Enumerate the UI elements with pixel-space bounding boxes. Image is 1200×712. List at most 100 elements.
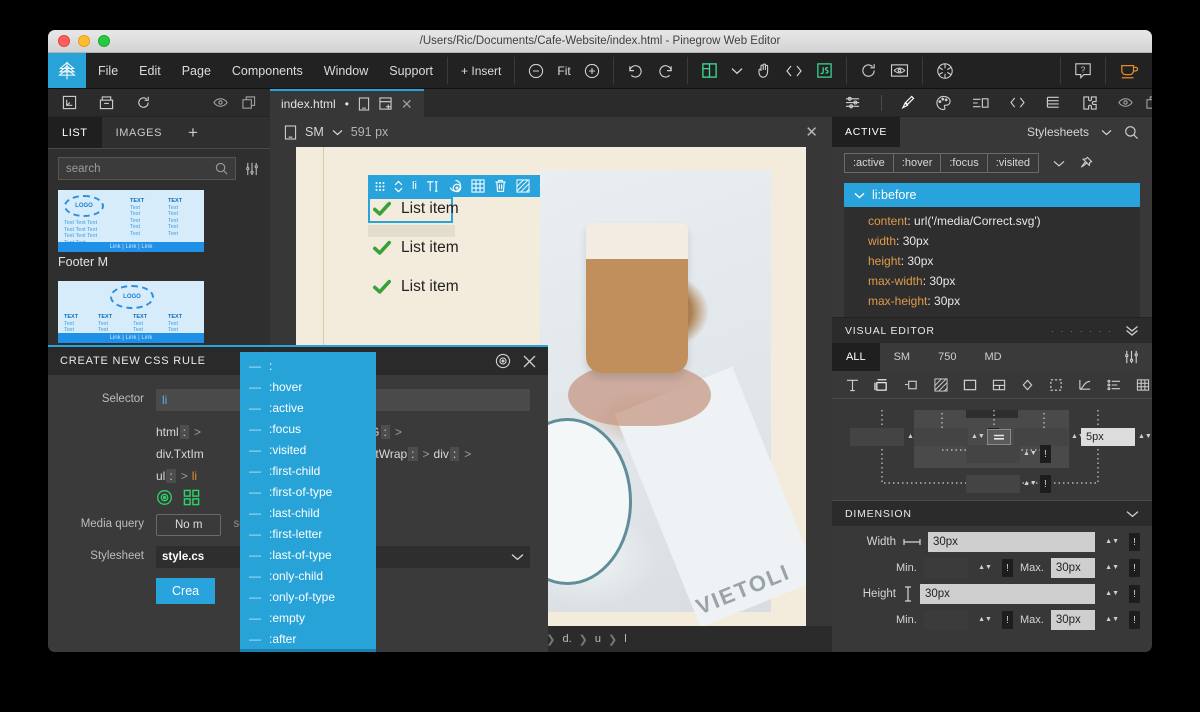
- settings-wheel-icon[interactable]: [936, 62, 954, 80]
- breakpoint-all[interactable]: ALL: [832, 343, 880, 371]
- detach-panel-icon[interactable]: [242, 95, 256, 110]
- chevron-down-icon[interactable]: [1101, 129, 1112, 136]
- stepper-icon[interactable]: ▲▼: [1023, 450, 1037, 457]
- chain-token-li[interactable]: li: [192, 469, 197, 483]
- tab-index-html[interactable]: index.html • ✕: [270, 89, 424, 117]
- add-viewport-icon[interactable]: [379, 97, 392, 111]
- menu-item-components[interactable]: Components: [232, 64, 303, 78]
- color-palette-icon[interactable]: [935, 95, 952, 111]
- dropdown-item-selected[interactable]: —:before: [240, 649, 376, 652]
- breakpoint-750[interactable]: 750: [924, 343, 970, 371]
- dropdown-item[interactable]: —:: [240, 355, 376, 376]
- mobile-preview-icon[interactable]: [358, 97, 370, 111]
- breadcrumb-item[interactable]: u: [595, 633, 601, 645]
- library-filter-icon[interactable]: [244, 161, 260, 177]
- delete-icon[interactable]: [494, 179, 507, 193]
- help-icon[interactable]: ?: [1074, 62, 1092, 80]
- stepper-icon[interactable]: ▲▼: [1138, 433, 1152, 440]
- dropdown-item[interactable]: —:first-child: [240, 460, 376, 481]
- css-rule-header[interactable]: li:before: [844, 183, 1140, 207]
- tab-list[interactable]: LIST: [48, 117, 102, 148]
- background-icon[interactable]: [934, 377, 948, 392]
- search-input[interactable]: search: [58, 157, 236, 180]
- list-item[interactable]: List item: [372, 278, 459, 296]
- pseudo-chip-visited[interactable]: :visited: [986, 153, 1039, 173]
- menu-item-page[interactable]: Page: [182, 64, 211, 78]
- add-library-button[interactable]: +: [176, 117, 210, 148]
- viewport-size-label[interactable]: SM: [305, 125, 324, 139]
- plugin-icon[interactable]: [1082, 95, 1098, 111]
- breadcrumb-item[interactable]: d.: [562, 633, 571, 645]
- grid-icon[interactable]: [471, 179, 485, 193]
- list-item[interactable]: List item: [372, 239, 459, 257]
- shape-icon[interactable]: [1021, 378, 1034, 392]
- menu-item-file[interactable]: File: [98, 64, 118, 78]
- pseudo-chip-active[interactable]: :active: [844, 153, 893, 173]
- search-icon[interactable]: [215, 162, 228, 175]
- undo-icon[interactable]: [627, 63, 644, 79]
- padding-icon[interactable]: [904, 378, 919, 392]
- stepper-icon[interactable]: ▲▼: [1105, 616, 1119, 623]
- chevron-down-icon[interactable]: [854, 192, 865, 199]
- move-updown-icon[interactable]: [394, 180, 403, 193]
- margin-bottom-input[interactable]: [966, 475, 1020, 493]
- pseudo-class-dropdown[interactable]: —: —:hover —:active —:focus —:visited —:…: [240, 352, 376, 652]
- components-grid-icon[interactable]: [183, 489, 200, 506]
- important-toggle[interactable]: !: [1129, 585, 1140, 603]
- height-input[interactable]: 30px: [920, 584, 1096, 604]
- chain-colon[interactable]: :: [380, 425, 390, 439]
- eye-icon[interactable]: [1118, 96, 1133, 110]
- padding-bottom-input[interactable]: [966, 445, 1020, 463]
- target-icon[interactable]: [495, 353, 511, 369]
- chain-colon[interactable]: :: [179, 425, 190, 439]
- list-item[interactable]: List item: [372, 200, 459, 218]
- redo-icon[interactable]: [657, 63, 674, 79]
- important-toggle[interactable]: !: [1001, 559, 1013, 577]
- important-toggle[interactable]: !: [1039, 445, 1051, 463]
- width-input[interactable]: 30px: [928, 532, 1096, 552]
- dropdown-item[interactable]: —:last-of-type: [240, 544, 376, 565]
- drag-dots[interactable]: · · · · · · ·: [1051, 326, 1113, 336]
- tab-images[interactable]: IMAGES: [102, 117, 176, 148]
- list-item[interactable]: LOGO Text Text Text Text Text Text Text Te…: [58, 190, 260, 275]
- library-box-icon[interactable]: [99, 95, 114, 110]
- chain-colon[interactable]: :: [166, 469, 176, 483]
- coffee-cup-icon[interactable]: [1119, 62, 1139, 80]
- refresh-library-icon[interactable]: [136, 95, 151, 110]
- padding-left-input[interactable]: [914, 428, 968, 446]
- close-viewport-icon[interactable]: ✕: [805, 123, 818, 141]
- add-element-icon[interactable]: [448, 179, 462, 193]
- open-in-page-icon[interactable]: [62, 95, 77, 110]
- link-sides-toggle[interactable]: [987, 429, 1011, 445]
- eye-icon[interactable]: [213, 96, 228, 110]
- list-style-icon[interactable]: [1107, 378, 1121, 392]
- chain-colon[interactable]: :: [449, 447, 460, 461]
- chevron-down-icon[interactable]: [1126, 510, 1139, 518]
- chain-token[interactable]: div.TxtIm: [156, 447, 204, 461]
- collapse-icon[interactable]: [1125, 325, 1139, 336]
- menu-item-support[interactable]: Support: [389, 64, 433, 78]
- hand-tool-icon[interactable]: [756, 62, 772, 79]
- border-icon[interactable]: [963, 378, 977, 392]
- style-brush-icon[interactable]: [881, 94, 915, 111]
- code-icon[interactable]: [1009, 96, 1026, 109]
- target-element-icon[interactable]: [156, 489, 173, 506]
- layers-icon[interactable]: [1046, 95, 1062, 111]
- chain-colon[interactable]: :: [408, 447, 418, 461]
- visual-editor-header[interactable]: VISUAL EDITOR · · · · · · ·: [832, 317, 1152, 343]
- stepper-icon[interactable]: ▲▼: [1023, 480, 1037, 487]
- chevron-down-icon[interactable]: [1053, 156, 1065, 170]
- pseudo-chip-focus[interactable]: :focus: [940, 153, 987, 173]
- height-max-input[interactable]: 30px: [1050, 610, 1096, 630]
- padding-right-input[interactable]: [1014, 428, 1068, 446]
- dropdown-item[interactable]: —:active: [240, 397, 376, 418]
- select-element-icon[interactable]: [701, 62, 718, 79]
- margin-right-field[interactable]: 5px ▲▼ !: [1081, 428, 1152, 446]
- close-dialog-icon[interactable]: [523, 355, 536, 368]
- margin-left-input[interactable]: [850, 428, 904, 446]
- transform-icon[interactable]: [1049, 378, 1063, 392]
- search-icon[interactable]: [1124, 125, 1139, 140]
- dropdown-item[interactable]: —:first-of-type: [240, 481, 376, 502]
- css-property[interactable]: content: url('/media/Correct.svg'): [844, 211, 1140, 231]
- css-property[interactable]: max-width: 30px: [844, 271, 1140, 291]
